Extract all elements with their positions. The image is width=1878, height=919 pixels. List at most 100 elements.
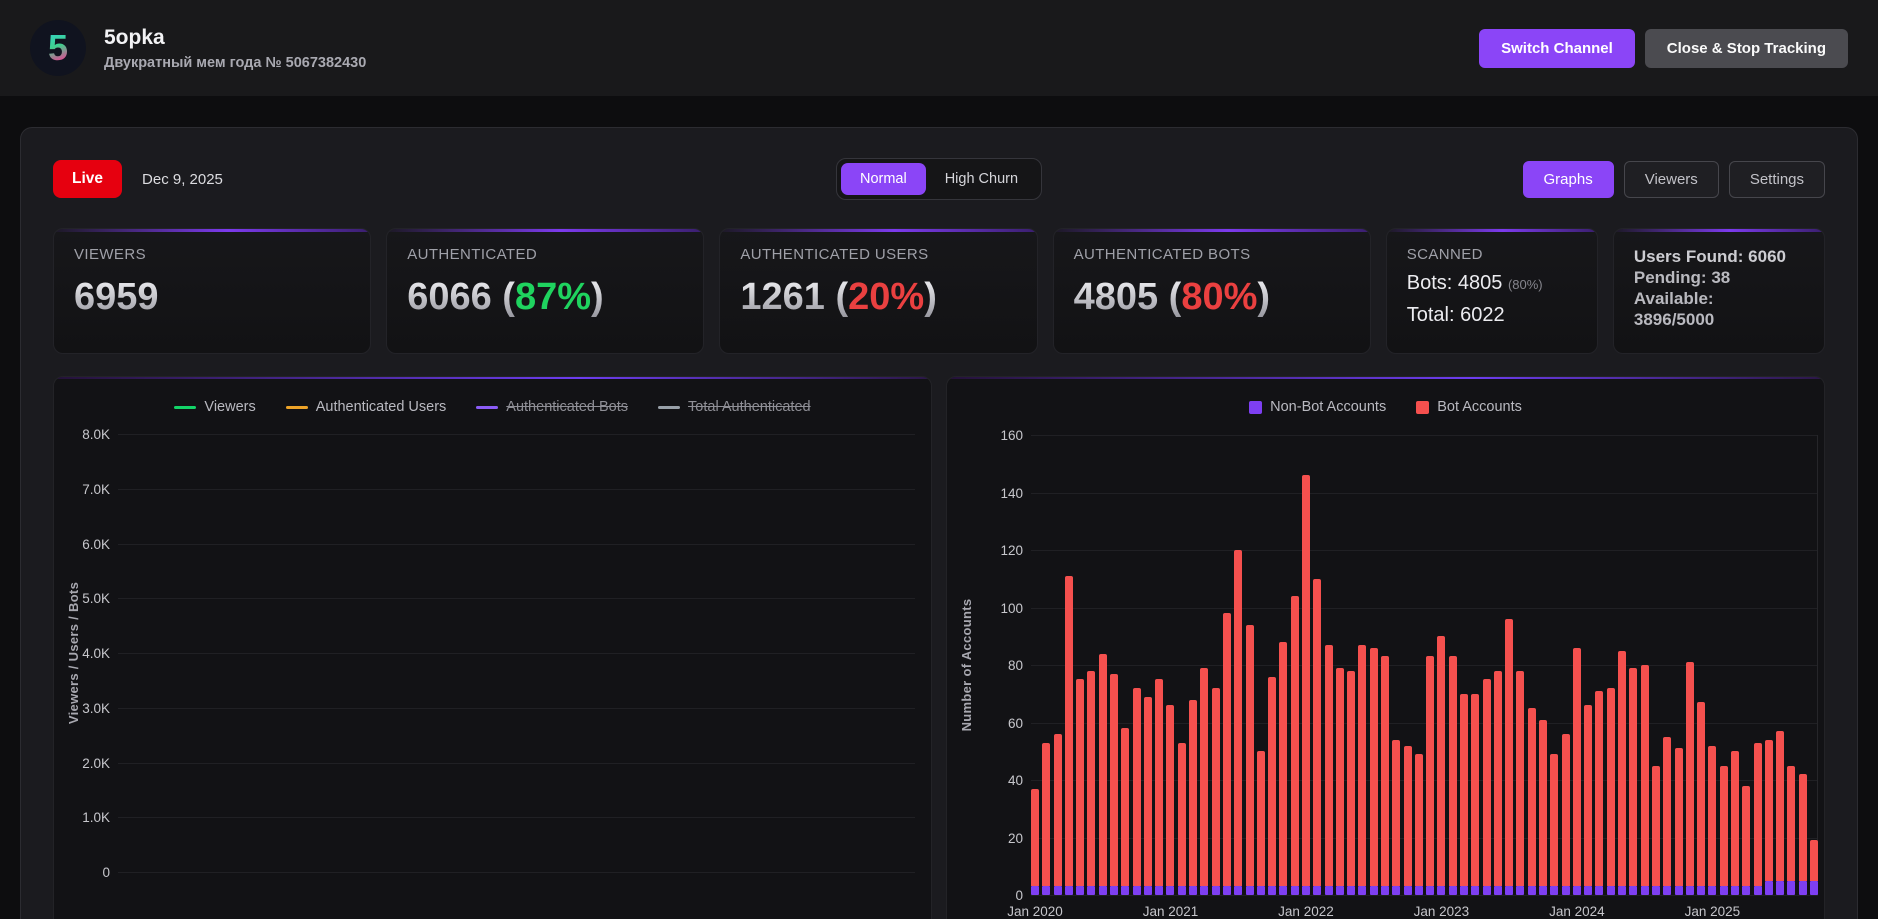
bar-month-43 xyxy=(1516,670,1525,895)
non-bot-accounts-bar xyxy=(1663,886,1672,895)
bot-accounts-bar xyxy=(1697,702,1706,887)
bot-accounts-bar xyxy=(1426,656,1435,887)
switch-channel-button[interactable]: Switch Channel xyxy=(1479,28,1635,68)
bot-accounts-bar xyxy=(1290,596,1299,887)
card-accent xyxy=(1613,229,1824,232)
tab-viewers[interactable]: Viewers xyxy=(1623,160,1719,198)
bar-month-55 xyxy=(1651,765,1660,895)
bot-accounts-bar xyxy=(1764,739,1773,881)
non-bot-accounts-bar xyxy=(1392,886,1401,895)
bar-month-60 xyxy=(1708,745,1717,895)
bar-month-54 xyxy=(1640,665,1649,895)
non-bot-accounts-bar xyxy=(1290,886,1299,895)
bar-month-63 xyxy=(1742,785,1751,895)
card-value: 6959 xyxy=(74,276,159,318)
y-tick-label: 6.0K xyxy=(82,536,110,552)
y-tick-label: 40 xyxy=(1007,773,1023,788)
accounts-chart-legend: Non-Bot Accounts Bot Accounts xyxy=(947,399,1824,415)
non-bot-accounts-bar xyxy=(1787,880,1796,895)
bot-accounts-bar xyxy=(1414,754,1423,887)
non-bot-accounts-bar xyxy=(1810,880,1818,895)
bot-accounts-bar xyxy=(1132,688,1141,887)
non-bot-accounts-bar xyxy=(1042,886,1051,895)
bot-accounts-bar xyxy=(1098,653,1107,887)
legend-item-non-bot-accounts[interactable]: Non-Bot Accounts xyxy=(1249,399,1386,415)
non-bot-accounts-bar xyxy=(1493,886,1502,895)
legend-item-authenticated-users[interactable]: Authenticated Users xyxy=(285,399,446,415)
bot-accounts-bar xyxy=(1110,673,1119,887)
mode-high-churn-button[interactable]: High Churn xyxy=(926,163,1037,195)
non-bot-accounts-bar xyxy=(1471,886,1480,895)
bot-accounts-bar xyxy=(1471,693,1480,887)
non-bot-accounts-bar xyxy=(1753,886,1762,895)
bot-accounts-bar xyxy=(1742,785,1751,887)
bot-accounts-bar xyxy=(1053,734,1062,887)
bot-accounts-bar xyxy=(1629,667,1638,887)
bot-accounts-bar xyxy=(1550,754,1559,887)
bot-accounts-bar xyxy=(1279,642,1288,887)
header-actions: Switch Channel Close & Stop Tracking xyxy=(1479,28,1848,68)
bar-month-48 xyxy=(1572,647,1581,895)
close-stop-tracking-button[interactable]: Close & Stop Tracking xyxy=(1644,28,1848,68)
non-bot-accounts-bar xyxy=(1064,886,1073,895)
bot-accounts-bar xyxy=(1031,788,1039,887)
x-tick-label: Jan 2021 xyxy=(1142,904,1199,919)
y-tick-label: 120 xyxy=(1000,543,1023,558)
bot-accounts-bar xyxy=(1166,705,1175,887)
bot-accounts-bar xyxy=(1087,670,1096,887)
auth-bots-line-swatch xyxy=(476,405,499,409)
legend-item-authenticated-bots[interactable]: Authenticated Bots xyxy=(476,399,628,415)
bot-accounts-bar xyxy=(1222,613,1231,887)
non-bot-accounts-bar xyxy=(1448,886,1457,895)
legend-item-viewers[interactable]: Viewers xyxy=(174,399,256,415)
bar-month-36 xyxy=(1437,636,1446,895)
non-bot-accounts-bar xyxy=(1245,886,1254,895)
legend-item-total-authenticated[interactable]: Total Authenticated xyxy=(658,399,811,415)
non-bot-accounts-bar xyxy=(1211,886,1220,895)
y-tick-label: 0 xyxy=(1015,888,1023,903)
bot-accounts-bar xyxy=(1042,742,1051,887)
bot-accounts-bar xyxy=(1618,650,1627,887)
bot-accounts-bar xyxy=(1787,765,1796,881)
legend-item-bot-accounts[interactable]: Bot Accounts xyxy=(1416,399,1522,415)
bot-accounts-bar xyxy=(1121,728,1130,887)
channel-logo-glyph: 5 xyxy=(47,27,69,68)
bot-accounts-bar xyxy=(1810,840,1818,881)
gridline: 2.0K xyxy=(82,756,915,771)
non-bot-accounts-bar xyxy=(1403,886,1412,895)
bar-month-30 xyxy=(1369,647,1378,895)
non-bot-accounts-bar xyxy=(1369,886,1378,895)
non-bot-accounts-bar xyxy=(1200,886,1209,895)
bot-accounts-bar xyxy=(1708,745,1717,887)
x-tick-label: Jan 2022 xyxy=(1278,904,1334,919)
non-bot-accounts-bar xyxy=(1595,886,1604,895)
x-tick-label: Jan 2023 xyxy=(1413,904,1470,919)
bar-month-17 xyxy=(1222,613,1231,895)
bar-month-64 xyxy=(1753,742,1762,895)
bar-month-28 xyxy=(1347,670,1356,895)
accounts-chart-plot: 0 20 40 60 80 100 120 140 160 Jan 2020 Jan 2021 Jan… xyxy=(1000,428,1818,919)
non-bot-accounts-bar xyxy=(1234,886,1243,895)
bot-accounts-bar xyxy=(1200,667,1209,887)
tab-graphs[interactable]: Graphs xyxy=(1522,160,1614,198)
bar-month-45 xyxy=(1539,719,1548,895)
gridline: 0 xyxy=(1015,888,1818,903)
non-bot-accounts-bar xyxy=(1640,886,1649,895)
gridline: 5.0K xyxy=(82,591,915,606)
available-value-line: 3896/5000 xyxy=(1633,310,1715,329)
channel-titles: 5opka Двукратный мем года № 5067382430 xyxy=(104,26,366,71)
non-bot-accounts-bar xyxy=(1155,886,1164,895)
non-bot-accounts-bar xyxy=(1301,886,1310,895)
bar-month-26 xyxy=(1324,644,1333,895)
bar-month-8 xyxy=(1121,728,1130,895)
bot-accounts-bar xyxy=(1561,734,1570,887)
card-users-summary: Users Found: 6060 Pending: 38 Available:… xyxy=(1612,228,1825,354)
bar-month-46 xyxy=(1550,754,1559,895)
mode-toggle: Normal High Churn xyxy=(835,158,1043,200)
tab-settings[interactable]: Settings xyxy=(1728,160,1826,198)
non-bot-accounts-bar xyxy=(1730,886,1739,895)
bot-accounts-bar xyxy=(1595,690,1604,887)
non-bot-accounts-bar xyxy=(1516,886,1525,895)
y-tick-label: 1.0K xyxy=(82,810,110,826)
mode-normal-button[interactable]: Normal xyxy=(840,163,926,195)
